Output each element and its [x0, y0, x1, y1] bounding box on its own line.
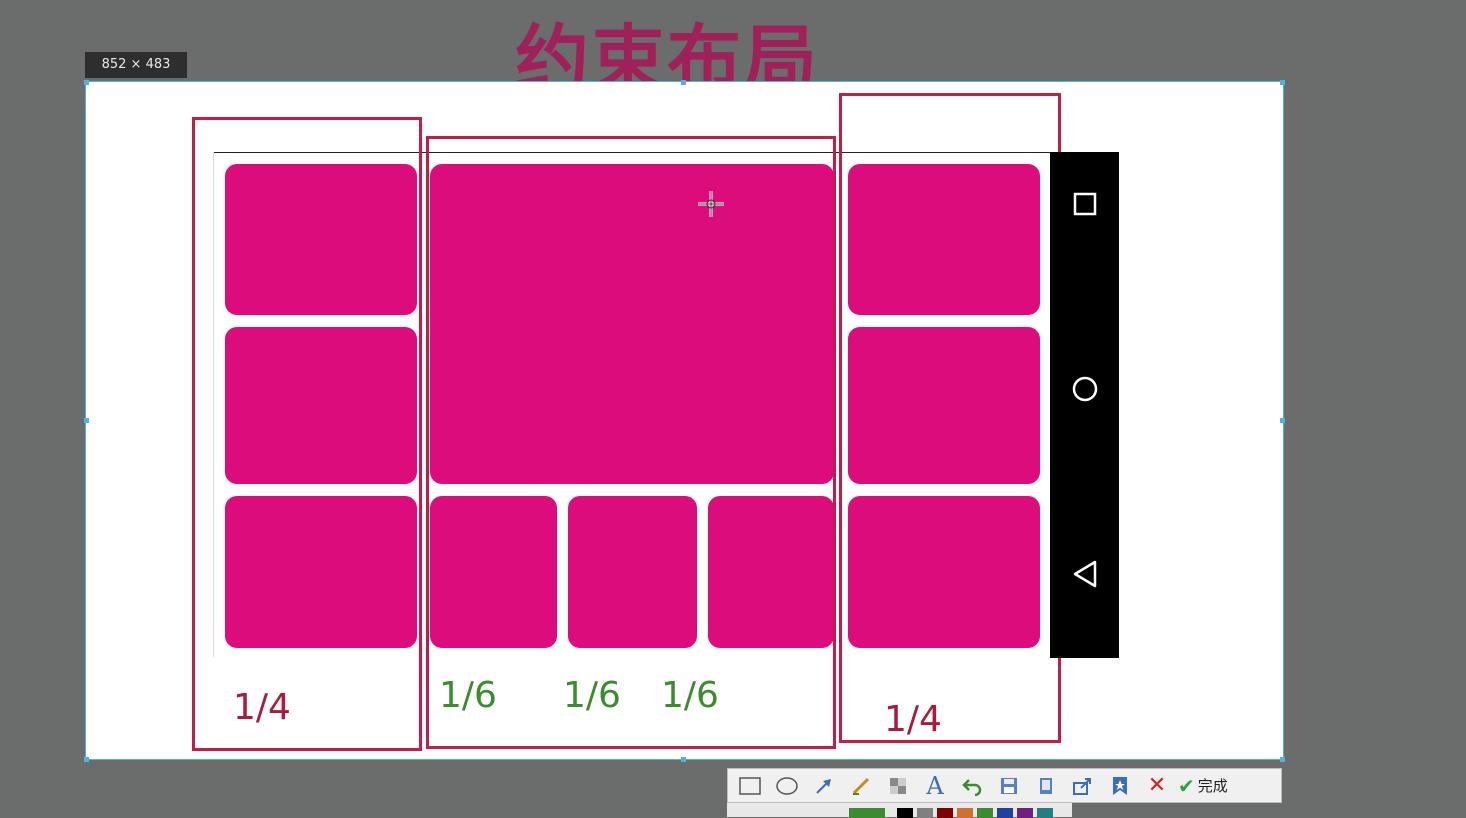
annotation-frame-right — [839, 93, 1061, 743]
resize-handle-top[interactable] — [681, 80, 686, 85]
resize-handle-top-right[interactable] — [1280, 80, 1285, 85]
resize-handle-bottom-right[interactable] — [1280, 757, 1285, 762]
text-icon[interactable]: A — [920, 771, 950, 801]
fraction-label-center-2: 1/6 — [563, 675, 621, 716]
fraction-label-right: 1/4 — [884, 699, 942, 740]
android-navigation-bar — [1050, 152, 1119, 658]
mosaic-icon[interactable] — [883, 771, 913, 801]
resize-handle-right[interactable] — [1280, 418, 1285, 423]
crosshair-cursor-icon — [698, 191, 724, 217]
selection-size-badge: 852 × 483 — [85, 52, 187, 78]
resize-handle-left[interactable] — [84, 418, 89, 423]
fraction-label-center-3: 1/6 — [661, 675, 719, 716]
back-icon[interactable] — [1071, 559, 1099, 589]
cancel-icon[interactable]: ✕ — [1142, 771, 1172, 801]
pen-icon[interactable] — [846, 771, 876, 801]
copy-icon[interactable] — [1031, 771, 1061, 801]
arrow-icon[interactable] — [809, 771, 839, 801]
fraction-label-left: 1/4 — [233, 687, 291, 728]
ellipse-icon[interactable] — [772, 771, 802, 801]
done-button[interactable]: ✔ 完成 — [1178, 774, 1228, 798]
annotation-frame-center — [426, 136, 836, 749]
save-icon[interactable] — [994, 771, 1024, 801]
color-palette — [727, 803, 1072, 818]
annotation-frame-left — [192, 117, 422, 751]
resize-handle-bottom[interactable] — [681, 757, 686, 762]
done-label: 完成 — [1197, 777, 1228, 795]
share-icon[interactable] — [1068, 771, 1098, 801]
recent-apps-icon[interactable] — [1073, 192, 1097, 216]
home-icon[interactable] — [1071, 375, 1099, 403]
screenshot-toolbar: A ✕ ✔ 完成 — [727, 768, 1282, 803]
rectangle-icon[interactable] — [735, 771, 765, 801]
check-icon: ✔ — [1178, 773, 1195, 798]
fraction-label-center-1: 1/6 — [439, 675, 497, 716]
pin-icon[interactable] — [1105, 771, 1135, 801]
undo-icon[interactable] — [957, 771, 987, 801]
resize-handle-top-left[interactable] — [84, 80, 89, 85]
resize-handle-bottom-left[interactable] — [84, 757, 89, 762]
